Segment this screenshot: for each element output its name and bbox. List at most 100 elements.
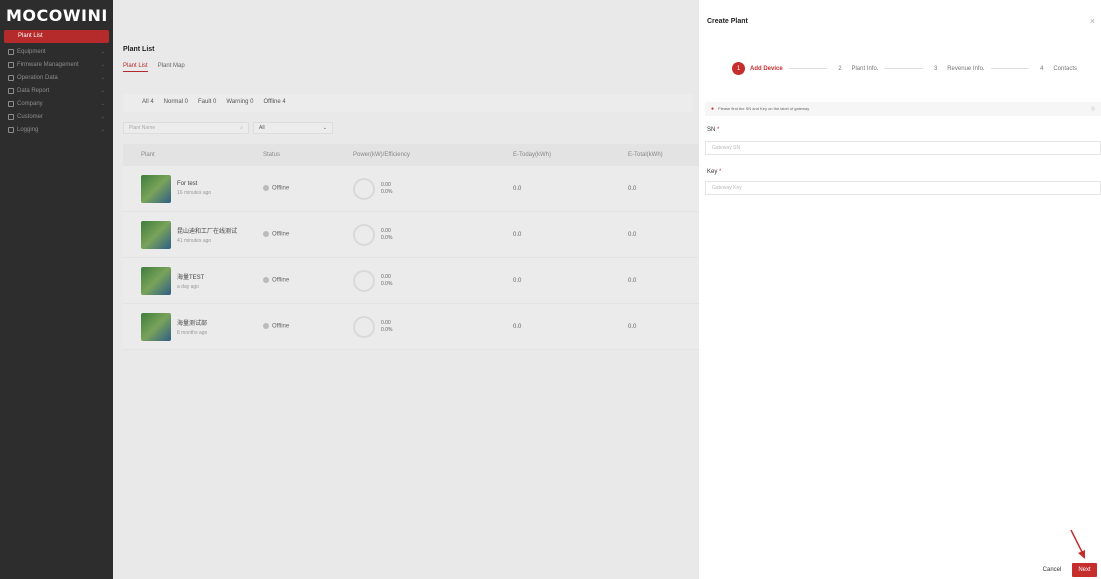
etotal-value: 0.0: [628, 231, 637, 238]
etoday-value: 0.0: [513, 231, 522, 238]
status-select[interactable]: All ⌄: [253, 122, 333, 134]
efficiency-value: 0.0%: [381, 326, 393, 333]
efficiency-value: 0.0%: [381, 188, 393, 195]
filter-normal[interactable]: Normal 0: [164, 99, 188, 107]
chevron-down-icon: ⌄: [100, 87, 105, 94]
etotal-value: 0.0: [628, 185, 637, 192]
chevron-down-icon: ⌄: [100, 113, 105, 120]
efficiency-ring: [353, 269, 375, 292]
page-title: Plant List: [123, 46, 155, 53]
firmware-icon: [8, 61, 14, 68]
search-icon[interactable]: ⌕: [240, 125, 243, 131]
chevron-down-icon: ⌄: [322, 125, 327, 131]
filter-fault[interactable]: Fault 0: [198, 99, 216, 107]
power-value: 0.00: [381, 273, 391, 280]
sidebar-item-company[interactable]: Company ⌄: [0, 97, 113, 110]
user-icon: [8, 113, 14, 120]
step-contacts: 4 Contacts: [1040, 65, 1078, 72]
plant-name[interactable]: For test: [177, 181, 211, 187]
sidebar-item-plant-list[interactable]: Plant List: [4, 30, 109, 43]
etoday-value: 0.0: [513, 185, 522, 192]
col-etotal: E-Total(kWh): [628, 152, 663, 158]
plant-table: Plant Status Power(kW)/Efficiency E-Toda…: [123, 144, 699, 350]
table-row[interactable]: For test 16 minutes ago Offline 0.00 0.0% …: [123, 166, 699, 212]
status-dot: [263, 231, 269, 238]
efficiency-ring: [353, 223, 375, 246]
report-icon: [8, 87, 14, 94]
plant-thumbnail: [141, 266, 171, 295]
col-etoday: E-Today(kWh): [513, 152, 552, 158]
sidebar-item-data-report[interactable]: Data Report ⌄: [0, 84, 113, 97]
sidebar: MOCOWINI Plant List Equipment ⌄ Firmware …: [0, 0, 113, 579]
plant-time: a day ago: [177, 283, 199, 290]
sn-label: SN *: [707, 127, 720, 133]
efficiency-value: 0.0%: [381, 280, 393, 287]
power-value: 0.00: [381, 181, 391, 188]
key-input[interactable]: Gateway Key: [705, 181, 1101, 195]
log-icon: [8, 126, 14, 133]
search-input[interactable]: Plant Name ⌕: [123, 122, 249, 134]
sidebar-item-logging[interactable]: Logging ⌄: [0, 123, 113, 136]
status-dot: [263, 277, 269, 284]
plant-name[interactable]: 海量测试部: [177, 318, 207, 327]
filter-warning[interactable]: Warning 0: [226, 99, 253, 107]
stepper: 1 Add Device 2 Plant Info. 3 Revenue Info. …: [732, 62, 1077, 75]
etotal-value: 0.0: [628, 277, 637, 284]
sub-tabs: Plant List Plant Map: [123, 63, 185, 72]
col-power[interactable]: Power(kW)/Efficiency: [353, 152, 513, 158]
close-icon[interactable]: ×: [1090, 16, 1095, 26]
plant-time: 41 minutes ago: [177, 237, 212, 244]
status-text: Offline: [272, 231, 290, 238]
step-divider: [788, 68, 828, 69]
status-text: Offline: [272, 277, 290, 284]
status-text: Offline: [272, 185, 290, 192]
main-content: Plant List Plant List Plant Map All 4 No…: [113, 0, 699, 579]
company-icon: [8, 100, 14, 107]
tab-plant-list[interactable]: Plant List: [123, 63, 148, 72]
sidebar-item-operation-data[interactable]: Operation Data ⌄: [0, 71, 113, 84]
step-divider: [990, 68, 1030, 69]
tab-plant-map[interactable]: Plant Map: [158, 63, 185, 72]
cancel-button[interactable]: Cancel: [1037, 563, 1067, 577]
next-button[interactable]: Next: [1072, 563, 1097, 577]
table-row[interactable]: 海量测试部 8 months ago Offline 0.00 0.0% 0.0 0…: [123, 304, 699, 350]
filter-offline[interactable]: Offline 4: [263, 99, 285, 107]
drawer-title: Create Plant: [707, 18, 748, 25]
chevron-down-icon: ⌄: [100, 48, 105, 55]
help-icon[interactable]: ⓘ: [1091, 106, 1095, 112]
sidebar-item-firmware[interactable]: Firmware Management ⌄: [0, 58, 113, 71]
plant-name[interactable]: 昆山迪和工厂在线测试: [177, 226, 237, 235]
chart-icon: [8, 74, 14, 81]
power-value: 0.00: [381, 227, 391, 234]
efficiency-ring: [353, 177, 375, 200]
chevron-down-icon: ⌄: [100, 100, 105, 107]
step-add-device: 1 Add Device: [732, 62, 783, 75]
sidebar-item-equipment[interactable]: Equipment ⌄: [0, 45, 113, 58]
step-divider: [884, 68, 924, 69]
chevron-down-icon: ⌄: [100, 126, 105, 133]
bullet-icon: ●: [711, 106, 715, 112]
table-header: Plant Status Power(kW)/Efficiency E-Toda…: [123, 144, 699, 166]
status-text: Offline: [272, 323, 290, 330]
table-row[interactable]: 昆山迪和工厂在线测试 41 minutes ago Offline 0.00 0.0…: [123, 212, 699, 258]
arrow-pointer-icon: [1070, 529, 1085, 559]
equipment-icon: [8, 48, 14, 55]
status-dot: [263, 323, 269, 330]
efficiency-ring: [353, 315, 375, 338]
etotal-value: 0.0: [628, 323, 637, 330]
step-plant-info: 2 Plant Info.: [838, 65, 879, 72]
etoday-value: 0.0: [513, 277, 522, 284]
col-status: Status: [263, 152, 281, 158]
app-logo: MOCOWINI: [6, 6, 108, 25]
plant-time: 8 months ago: [177, 329, 208, 336]
chevron-down-icon: ⌄: [100, 74, 105, 81]
filter-all[interactable]: All 4: [142, 99, 154, 107]
sidebar-item-customer[interactable]: Customer ⌄: [0, 110, 113, 123]
plant-time: 16 minutes ago: [177, 190, 212, 196]
efficiency-value: 0.0%: [381, 234, 393, 241]
plant-thumbnail: [141, 312, 171, 341]
plant-name[interactable]: 海量TEST: [177, 272, 204, 281]
sn-input[interactable]: Gateway SN: [705, 141, 1101, 155]
create-plant-drawer: Create Plant × 1 Add Device 2 Plant Info. …: [699, 0, 1101, 579]
table-row[interactable]: 海量TEST a day ago Offline 0.00 0.0% 0.0 0.0: [123, 258, 699, 304]
